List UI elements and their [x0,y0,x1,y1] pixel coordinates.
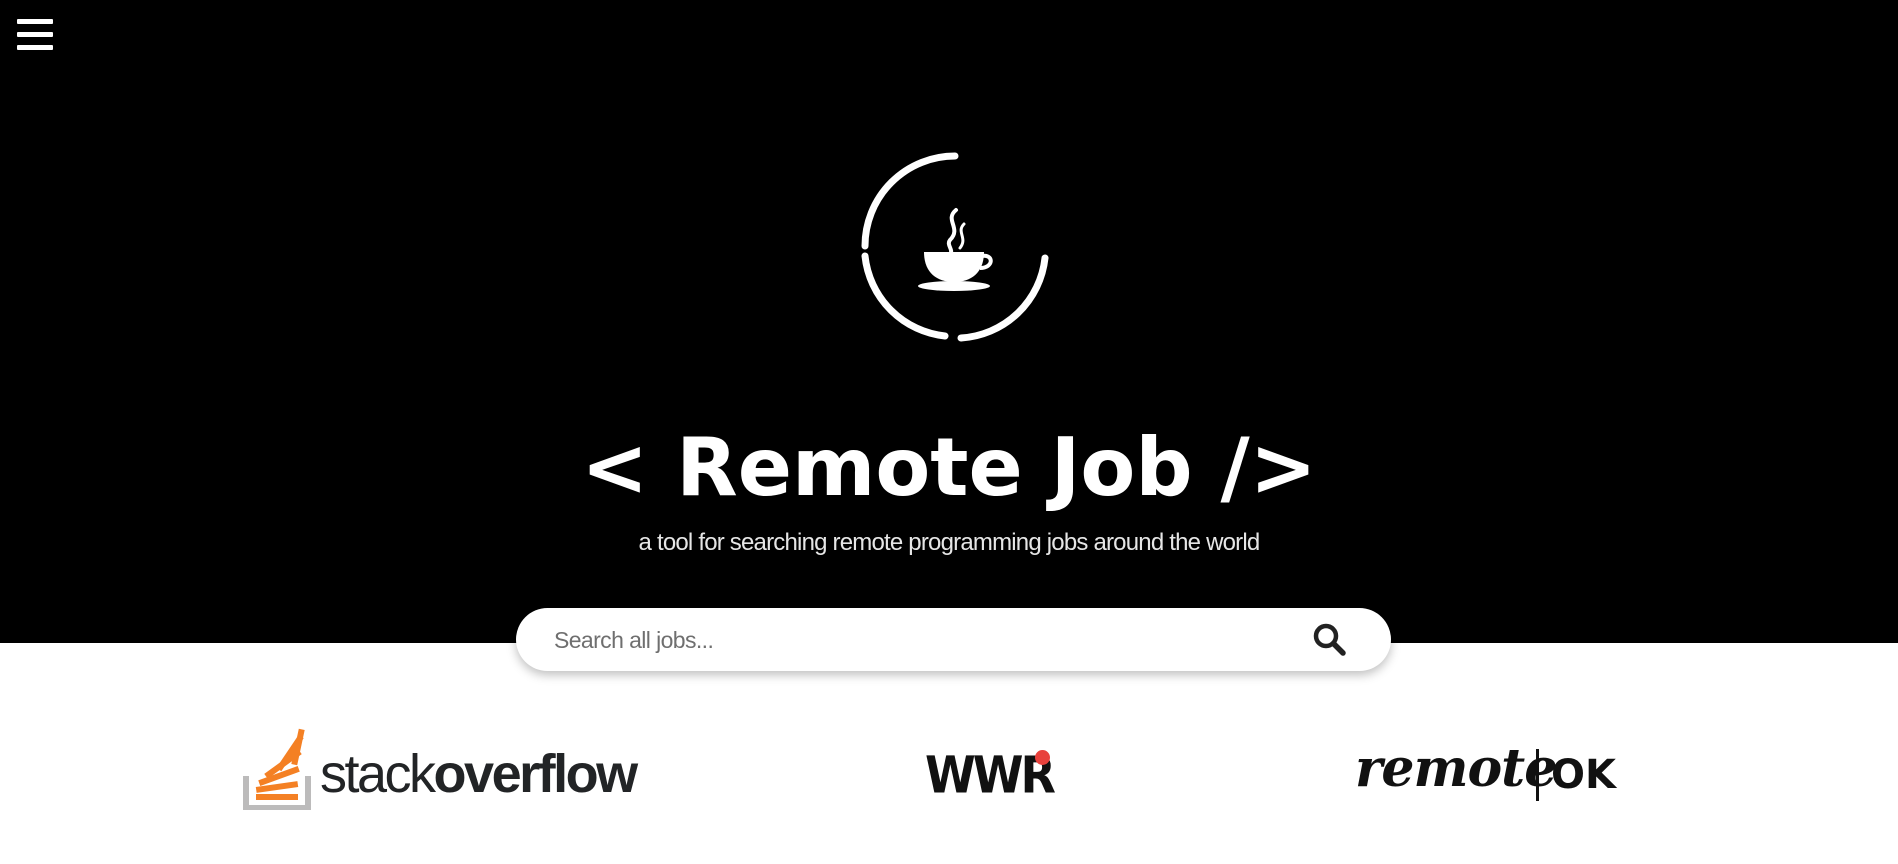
stackoverflow-wordmark: stackoverflow [320,744,638,804]
stackoverflow-logo-icon [243,728,311,810]
search-input[interactable] [552,618,1276,662]
wwr-wordmark: WWR [925,745,1056,805]
wwr-source-link[interactable]: WWR [925,745,1056,805]
remoteok-wordmark: remote [1355,738,1557,799]
coffee-cup-ring-icon [861,152,1049,342]
wwr-dot-icon [1035,750,1050,765]
remoteok-suffix: OK [1551,752,1616,798]
page-title: < Remote Job /> [581,421,1317,514]
search-bar [516,608,1391,671]
remoteok-divider [1536,749,1539,801]
page-subtitle: a tool for searching remote programming … [638,529,1261,556]
search-icon[interactable] [1312,622,1348,658]
remoteok-source-link[interactable]: remote OK [1355,735,1616,807]
hero-section: < Remote Job /> a tool for searching rem… [0,0,1898,643]
hamburger-menu-icon[interactable] [17,18,53,52]
stackoverflow-source-link[interactable]: stackoverflow [240,724,660,810]
